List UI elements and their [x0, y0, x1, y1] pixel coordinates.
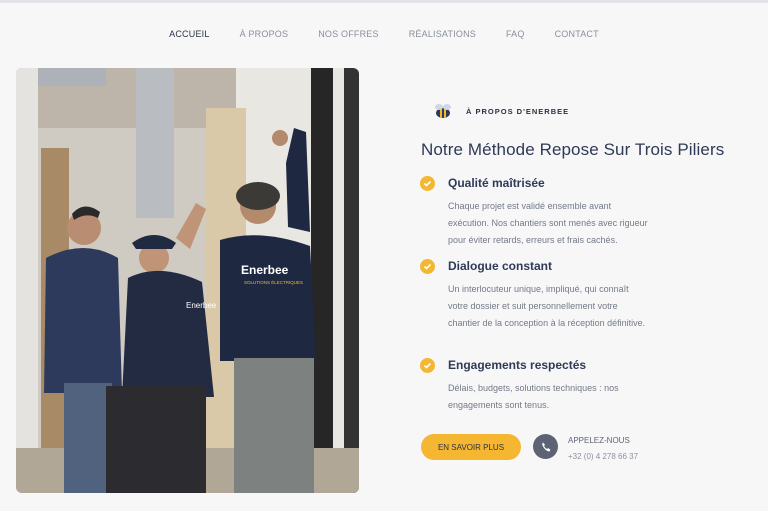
feature-commitments: Engagements respectés Délais, budgets, s…	[420, 358, 710, 414]
feature-quality: Qualité maîtrisée Chaque projet est vali…	[420, 176, 710, 249]
team-photo-illustration: Enerbee Enerbee SOLUTIONS ÉLECTRIQUES	[16, 68, 359, 493]
check-circle-icon	[420, 259, 435, 274]
section-title: Notre Méthode Repose Sur Trois Piliers	[421, 140, 725, 159]
top-border	[0, 0, 768, 3]
nav-item-faq[interactable]: FAQ	[506, 29, 525, 39]
feature-line: votre dossier et suit personnellement vo…	[448, 301, 618, 311]
feature-line: chantier de la conception à la réception…	[448, 318, 646, 328]
check-circle-icon	[420, 358, 435, 373]
feature-description: Chaque projet est validé ensemble avant …	[448, 198, 683, 249]
phone-icon[interactable]	[533, 434, 558, 459]
feature-description: Un interlocuteur unique, impliqué, qui c…	[448, 281, 683, 332]
nav-item-contact[interactable]: CONTACT	[555, 29, 599, 39]
jacket-logo-sub: SOLUTIONS ÉLECTRIQUES	[244, 279, 303, 285]
feature-line: Chaque projet est validé ensemble avant	[448, 201, 612, 211]
feature-line: pour éviter retards, erreurs et frais ca…	[448, 235, 618, 245]
nav-item-accueil[interactable]: ACCUEIL	[169, 29, 209, 39]
feature-title: Dialogue constant	[448, 259, 553, 273]
feature-dialogue: Dialogue constant Un interlocuteur uniqu…	[420, 259, 710, 332]
feature-line: Délais, budgets, solutions techniques : …	[448, 383, 619, 393]
nav-item-realisations[interactable]: RÉALISATIONS	[409, 29, 476, 39]
jacket-logo: Enerbee	[241, 263, 289, 277]
nav-item-a-propos[interactable]: À PROPOS	[240, 29, 289, 39]
phone-number[interactable]: +32 (0) 4 278 66 37	[568, 452, 638, 461]
nav-item-nos-offres[interactable]: NOS OFFRES	[318, 29, 379, 39]
about-eyebrow-label: À PROPOS D'ENERBEE	[466, 106, 570, 116]
feature-description: Délais, budgets, solutions techniques : …	[448, 380, 683, 414]
team-photo: Enerbee Enerbee SOLUTIONS ÉLECTRIQUES	[16, 68, 359, 493]
feature-line: Un interlocuteur unique, impliqué, qui c…	[448, 284, 629, 294]
feature-line: engagements sont tenus.	[448, 400, 550, 410]
main-nav: ACCUEIL À PROPOS NOS OFFRES RÉALISATIONS…	[0, 29, 768, 39]
small-jacket-logo: Enerbee	[186, 301, 217, 310]
feature-title: Engagements respectés	[448, 358, 587, 372]
learn-more-button[interactable]: EN SAVOIR PLUS	[421, 434, 521, 460]
check-circle-icon	[420, 176, 435, 191]
about-eyebrow: À PROPOS D'ENERBEE	[432, 102, 569, 120]
bee-logo-icon	[435, 104, 451, 118]
call-us-label: APPELEZ-NOUS	[568, 436, 630, 445]
feature-title: Qualité maîtrisée	[448, 176, 545, 190]
feature-line: exécution. Nos chantiers sont menés avec…	[448, 218, 648, 228]
